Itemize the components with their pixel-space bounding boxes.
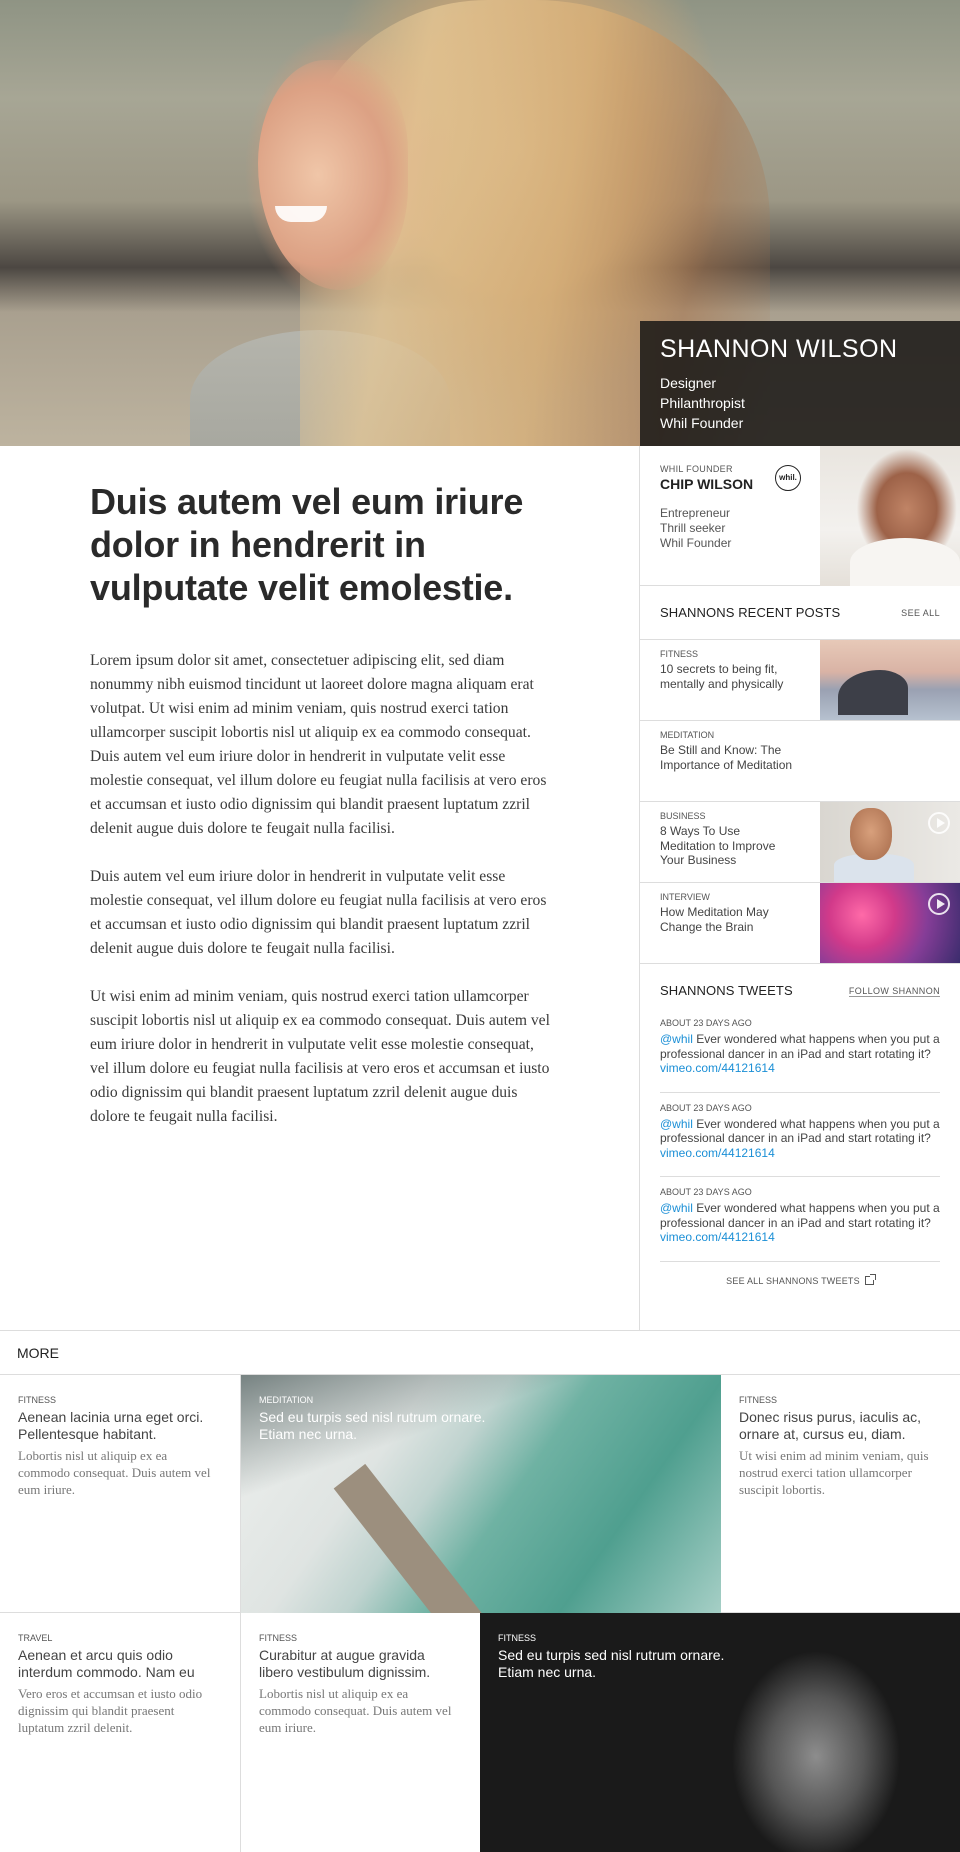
post-title: 8 Ways To Use Meditation to Improve Your… xyxy=(660,824,776,867)
tweet-text: Ever wondered what happens when you put … xyxy=(660,1116,940,1146)
post-thumbnail xyxy=(820,802,960,882)
hero-face xyxy=(258,60,408,290)
tweet-url-link[interactable]: vimeo.com/44121614 xyxy=(660,1061,775,1075)
tweet-text: Ever wondered what happens when you put … xyxy=(660,1201,940,1230)
tile-body: Vero eros et accumsan et iusto odio dign… xyxy=(18,1686,203,1735)
post-category: INTERVIEW xyxy=(660,892,710,902)
tweet-body: @whil Ever wondered what happens when yo… xyxy=(660,1117,940,1161)
tweets-title: SHANNONS TWEETS xyxy=(660,983,793,998)
tile-category: TRAVEL xyxy=(18,1633,53,1643)
post-title: 10 secrets to being fit, mentally and ph… xyxy=(660,662,784,691)
more-tile[interactable]: FITNESS Donec risus purus, iaculis ac, o… xyxy=(721,1375,960,1613)
profile-box: SHANNON WILSON Designer Philanthropist W… xyxy=(640,321,960,446)
tweet-body: @whil Ever wondered what happens when yo… xyxy=(660,1032,940,1076)
post-item[interactable]: FITNESS 10 secrets to being fit, mentall… xyxy=(640,640,960,721)
more-tile[interactable]: FITNESS Aenean lacinia urna eget orci. P… xyxy=(0,1375,241,1613)
see-all-tweets-link[interactable]: SEE ALL SHANNONS TWEETS xyxy=(640,1262,960,1286)
tweet: ABOUT 23 DAYS AGO @whil Ever wondered wh… xyxy=(660,1093,940,1177)
tweet-url-link[interactable]: vimeo.com/44121614 xyxy=(660,1230,775,1244)
article: Duis autem vel eum iriure dolor in hendr… xyxy=(90,480,550,1153)
post-item[interactable]: INTERVIEW How Meditation May Change the … xyxy=(640,883,960,964)
founder-name: CHIP WILSON xyxy=(660,476,754,492)
tweet-text: Ever wondered what happens when you put … xyxy=(660,1032,940,1061)
tile-title: Sed eu turpis sed nisl rutrum ornare. Et… xyxy=(259,1409,486,1442)
hero-smile xyxy=(275,206,327,222)
tweets-header: SHANNONS TWEETS FOLLOW SHANNON xyxy=(640,964,960,1008)
more-tile-featured[interactable]: MEDITATION Sed eu turpis sed nisl rutrum… xyxy=(241,1375,721,1613)
profile-name: SHANNON WILSON xyxy=(660,335,898,363)
tweet-handle-link[interactable]: @whil xyxy=(660,1201,693,1215)
play-icon[interactable] xyxy=(928,893,950,915)
tweet-body: @whil Ever wondered what happens when yo… xyxy=(660,1201,940,1245)
tweet-time: ABOUT 23 DAYS AGO xyxy=(660,1102,752,1113)
post-title: How Meditation May Change the Brain xyxy=(660,905,769,934)
recent-posts-header: SHANNONS RECENT POSTS SEE ALL xyxy=(640,586,960,640)
founder-trait: Whil Founder xyxy=(660,536,732,550)
tile-body: Lobortis nisl ut aliquip ex ea commodo c… xyxy=(259,1686,452,1735)
article-paragraph: Ut wisi enim ad minim veniam, quis nostr… xyxy=(90,988,550,1125)
tile-title: Curabitur at augue gravida libero vestib… xyxy=(259,1647,431,1680)
post-title: Be Still and Know: The Importance of Med… xyxy=(660,743,793,772)
whil-logo-icon: whil. xyxy=(775,465,801,491)
tile-category: FITNESS xyxy=(739,1395,778,1405)
profile-role: Designer xyxy=(660,375,717,391)
more-tile-featured[interactable]: FITNESS Sed eu turpis sed nisl rutrum or… xyxy=(480,1613,960,1852)
article-paragraph: Duis autem vel eum iriure dolor in hendr… xyxy=(90,868,547,957)
external-link-icon xyxy=(864,1273,876,1285)
founder-photo xyxy=(820,446,960,586)
pool-walkway xyxy=(333,1463,489,1613)
tweet: ABOUT 23 DAYS AGO @whil Ever wondered wh… xyxy=(660,1008,940,1093)
see-all-tweets-label: SEE ALL SHANNONS TWEETS xyxy=(726,1275,860,1286)
more-title: MORE xyxy=(17,1345,59,1361)
profile-role: Whil Founder xyxy=(660,415,744,431)
follow-shannon-link[interactable]: FOLLOW SHANNON xyxy=(848,986,940,997)
founder-trait: Thrill seeker xyxy=(660,521,726,535)
tweet: ABOUT 23 DAYS AGO @whil Ever wondered wh… xyxy=(660,1177,940,1262)
profile-role: Philanthropist xyxy=(660,395,745,411)
founder-card[interactable]: WHIL FOUNDER CHIP WILSON Entrepreneur Th… xyxy=(640,446,960,586)
tweet-url-link[interactable]: vimeo.com/44121614 xyxy=(660,1146,775,1160)
tile-category: MEDITATION xyxy=(259,1395,314,1405)
tile-title: Aenean et arcu quis odio interdum commod… xyxy=(18,1647,195,1680)
article-headline: Duis autem vel eum iriure dolor in hendr… xyxy=(90,481,524,608)
founder-text: WHIL FOUNDER CHIP WILSON Entrepreneur Th… xyxy=(660,464,753,551)
hero-image: SHANNON WILSON Designer Philanthropist W… xyxy=(0,0,960,446)
post-item[interactable]: MEDITATION Be Still and Know: The Import… xyxy=(640,721,960,802)
tile-title: Donec risus purus, iaculis ac, ornare at… xyxy=(739,1409,922,1442)
tile-title: Aenean lacinia urna eget orci. Pellentes… xyxy=(18,1409,204,1442)
tweet-time: ABOUT 23 DAYS AGO xyxy=(660,1187,752,1197)
post-item[interactable]: BUSINESS 8 Ways To Use Meditation to Imp… xyxy=(640,802,960,883)
tweet-time: ABOUT 23 DAYS AGO xyxy=(660,1018,752,1028)
founder-label: WHIL FOUNDER xyxy=(660,464,733,474)
article-paragraph: Lorem ipsum dolor sit amet, consectetuer… xyxy=(90,652,547,837)
tile-title: Sed eu turpis sed nisl rutrum ornare. Et… xyxy=(498,1647,725,1680)
post-thumbnail xyxy=(820,640,960,720)
tile-category: FITNESS xyxy=(259,1633,298,1643)
post-category: FITNESS xyxy=(660,649,699,659)
sidebar: WHIL FOUNDER CHIP WILSON Entrepreneur Th… xyxy=(639,446,960,1330)
founder-trait: Entrepreneur xyxy=(660,506,731,520)
play-icon[interactable] xyxy=(928,812,950,834)
tile-category: FITNESS xyxy=(18,1395,57,1405)
tweet-handle-link[interactable]: @whil xyxy=(660,1032,693,1046)
post-category: MEDITATION xyxy=(660,730,715,740)
more-tile[interactable]: TRAVEL Aenean et arcu quis odio interdum… xyxy=(0,1613,241,1852)
tile-body: Ut wisi enim ad minim veniam, quis nostr… xyxy=(739,1448,929,1497)
post-category: BUSINESS xyxy=(660,811,706,821)
more-header: MORE xyxy=(0,1330,960,1375)
post-thumbnail xyxy=(820,883,960,963)
recent-posts-title: SHANNONS RECENT POSTS xyxy=(660,605,841,620)
tweet-handle-link[interactable]: @whil xyxy=(660,1117,693,1131)
tile-body: Lobortis nisl ut aliquip ex ea commodo c… xyxy=(18,1448,211,1497)
see-all-posts-link[interactable]: SEE ALL xyxy=(901,608,940,618)
more-tile[interactable]: FITNESS Curabitur at augue gravida liber… xyxy=(241,1613,480,1852)
tile-category: FITNESS xyxy=(498,1633,537,1643)
